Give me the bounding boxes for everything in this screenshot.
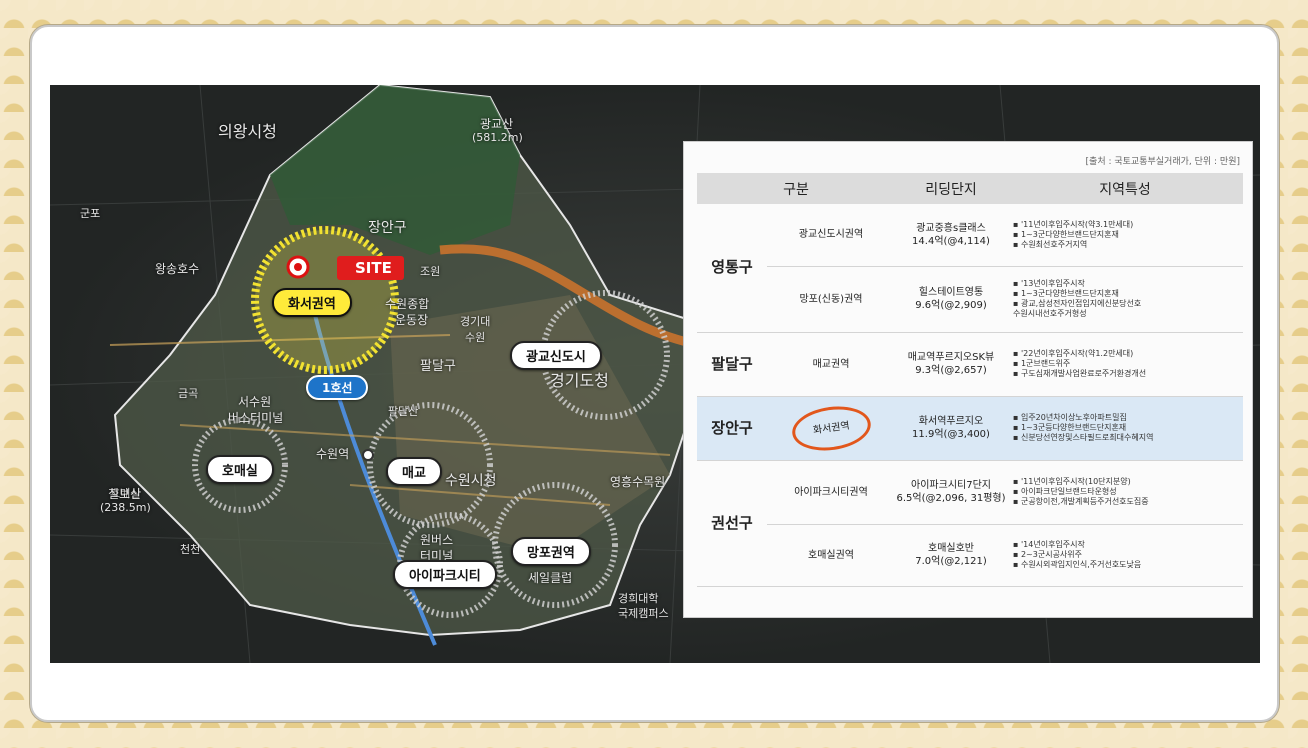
map-label-chilbosan: 칠보산	[108, 487, 142, 501]
table-row: 망포(신동)권역 힐스테이트영통 9.6억(@2,909) ▪ '13년이후입주시…	[697, 266, 1243, 333]
map-label-gyeonggi-office: 경기도청	[550, 371, 609, 390]
callout-hwaseo: 화서권역	[272, 288, 352, 317]
map-label-suwon: 수원	[465, 331, 486, 344]
map-label-geumgok: 금곡	[178, 387, 199, 400]
features: ▪ '11년이후입주시작(약3.1만세대) ▪ 1~3군다양한브랜드단지혼재 ▪ 수…	[1007, 204, 1243, 267]
table-row: 권선구 아이파크시티권역 아이파크시티7단지 6.5억(@2,096, 31평형)…	[697, 460, 1243, 587]
map-label-wonbus: 원버스	[420, 533, 454, 547]
map-label-paldal: 팔달구	[420, 359, 456, 374]
callout-homaesil: 호매실	[206, 455, 274, 484]
area-name: 망포(신동)권역	[767, 266, 895, 333]
table-row: 영통구 광교신도시권역 광교중흥s클래스 14.4억(@4,114) ▪ '11년…	[697, 204, 1243, 333]
area-name: 아이파크시티권역	[767, 460, 895, 525]
table-row-highlighted: 장안구 화서권역 화서역푸르지오 11.9억(@3,400) ▪ 입주20년차이상…	[697, 396, 1243, 461]
map-label-gwanggyosan: 광교산	[480, 117, 514, 131]
leading-complex: 광교중흥s클래스 14.4억(@4,114)	[895, 204, 1007, 267]
features: ▪ '14년이후입주시작 ▪ 2~3군시공사위주 ▪ 수원시외곽입지인식,주거선호도…	[1007, 524, 1243, 587]
features: ▪ '22년이후입주시작(약1.2만세대) ▪ 1군브랜드위주 ▪ 구도심재개발사업…	[1007, 332, 1243, 397]
map-label-kyunghee: 경희대학	[618, 592, 659, 605]
callout-gwanggyo: 광교신도시	[510, 341, 602, 370]
map-label-wangsong: 왕송호수	[155, 262, 200, 276]
table-row: 팔달구 매교권역 매교역푸르지오SK뷰 9.3억(@2,657) ▪ '22년이후…	[697, 332, 1243, 397]
area-name: 광교신도시권역	[767, 204, 895, 267]
callout-line1: 1호선	[306, 375, 369, 400]
map-label-stadium2: 운동장	[395, 313, 429, 327]
district-jangan: 장안구	[697, 396, 767, 461]
leading-complex: 호매실호반 7.0억(@2,121)	[895, 524, 1007, 587]
map-label-sail-club: 세일클럽	[528, 571, 573, 585]
district-gwonseon: 권선구	[697, 460, 767, 587]
header-region-features: 지역특성	[1007, 173, 1243, 204]
site-marker: SITE	[337, 256, 404, 280]
district-yeongtong: 영통구	[697, 204, 767, 333]
map-label-jowon: 조원	[420, 265, 441, 278]
map-label-seosuwon: 서수원	[238, 395, 272, 409]
map-label-city-hall: 수원시청	[445, 473, 497, 489]
map-label-gwanggyosan-elev: (581.2m)	[472, 131, 523, 144]
map-label-uiwang: 의왕시청	[218, 122, 277, 141]
area-name: 호매실권역	[767, 524, 895, 587]
map-label-gunpo: 군포	[80, 207, 101, 220]
header-category: 구분	[697, 173, 895, 204]
map-label-chilbosan-elev: (238.5m)	[100, 501, 151, 514]
leading-complex: 화서역푸르지오 11.9억(@3,400)	[895, 396, 1007, 461]
leading-complex: 매교역푸르지오SK뷰 9.3억(@2,657)	[895, 332, 1007, 397]
map-label-kyonggi-univ: 경기대	[460, 315, 491, 328]
map-label-suwon-station: 수원역	[316, 447, 350, 461]
features: ▪ 입주20년차이상노후아파트밀집 ▪ 1~3군등다양한브랜드단지혼재 ▪ 신분당선…	[1007, 396, 1243, 461]
area-name-circled: 화서권역	[767, 396, 895, 461]
features: ▪ '13년이후입주시작 ▪ 1~3군다양한브랜드단지혼재 ▪ 광교,삼성전자인접입…	[1007, 266, 1243, 333]
area-name: 매교권역	[767, 332, 895, 397]
district-paldal: 팔달구	[697, 332, 767, 397]
map-label-global-campus: 국제캠퍼스	[618, 607, 669, 620]
map-label-bus-terminal: 버스터미널	[228, 411, 284, 425]
leading-complex: 아이파크시티7단지 6.5억(@2,096, 31평형)	[895, 460, 1007, 525]
callout-maegyo: 매교	[386, 457, 442, 486]
table-row: 호매실권역 호매실호반 7.0억(@2,121) ▪ '14년이후입주시작 ▪ 2~…	[697, 524, 1243, 587]
comparison-table: 구분 리딩단지 지역특성 영통구 광교신도시권역 광교중흥s클래스 14.4억(@…	[697, 173, 1243, 587]
leading-complex: 힐스테이트영통 9.6억(@2,909)	[895, 266, 1007, 333]
features: ▪ '11년이후입주시작(10단지분양) ▪ 아이파크단일브랜드타운형성 ▪ 군공항…	[1007, 460, 1243, 525]
comparison-table-panel: [출처 : 국토교통부실거래가, 단위 : 만원] 구분 리딩단지 지역특성 영…	[683, 141, 1253, 618]
map-label-arboretum: 영흥수목원	[610, 475, 666, 489]
callout-ipark: 아이파크시티	[393, 560, 497, 589]
header-leading-complex: 리딩단지	[895, 173, 1007, 204]
table-source: [출처 : 국토교통부실거래가, 단위 : 만원]	[1085, 157, 1240, 167]
callout-mangpo: 망포권역	[511, 537, 591, 566]
map-label-paldalsan: 팔달산	[388, 405, 419, 418]
map-label-cheoncheon: 천천	[180, 543, 201, 556]
map-label-stadium1: 수원종합	[385, 297, 430, 311]
map-label-jangan: 장안구	[368, 220, 407, 236]
